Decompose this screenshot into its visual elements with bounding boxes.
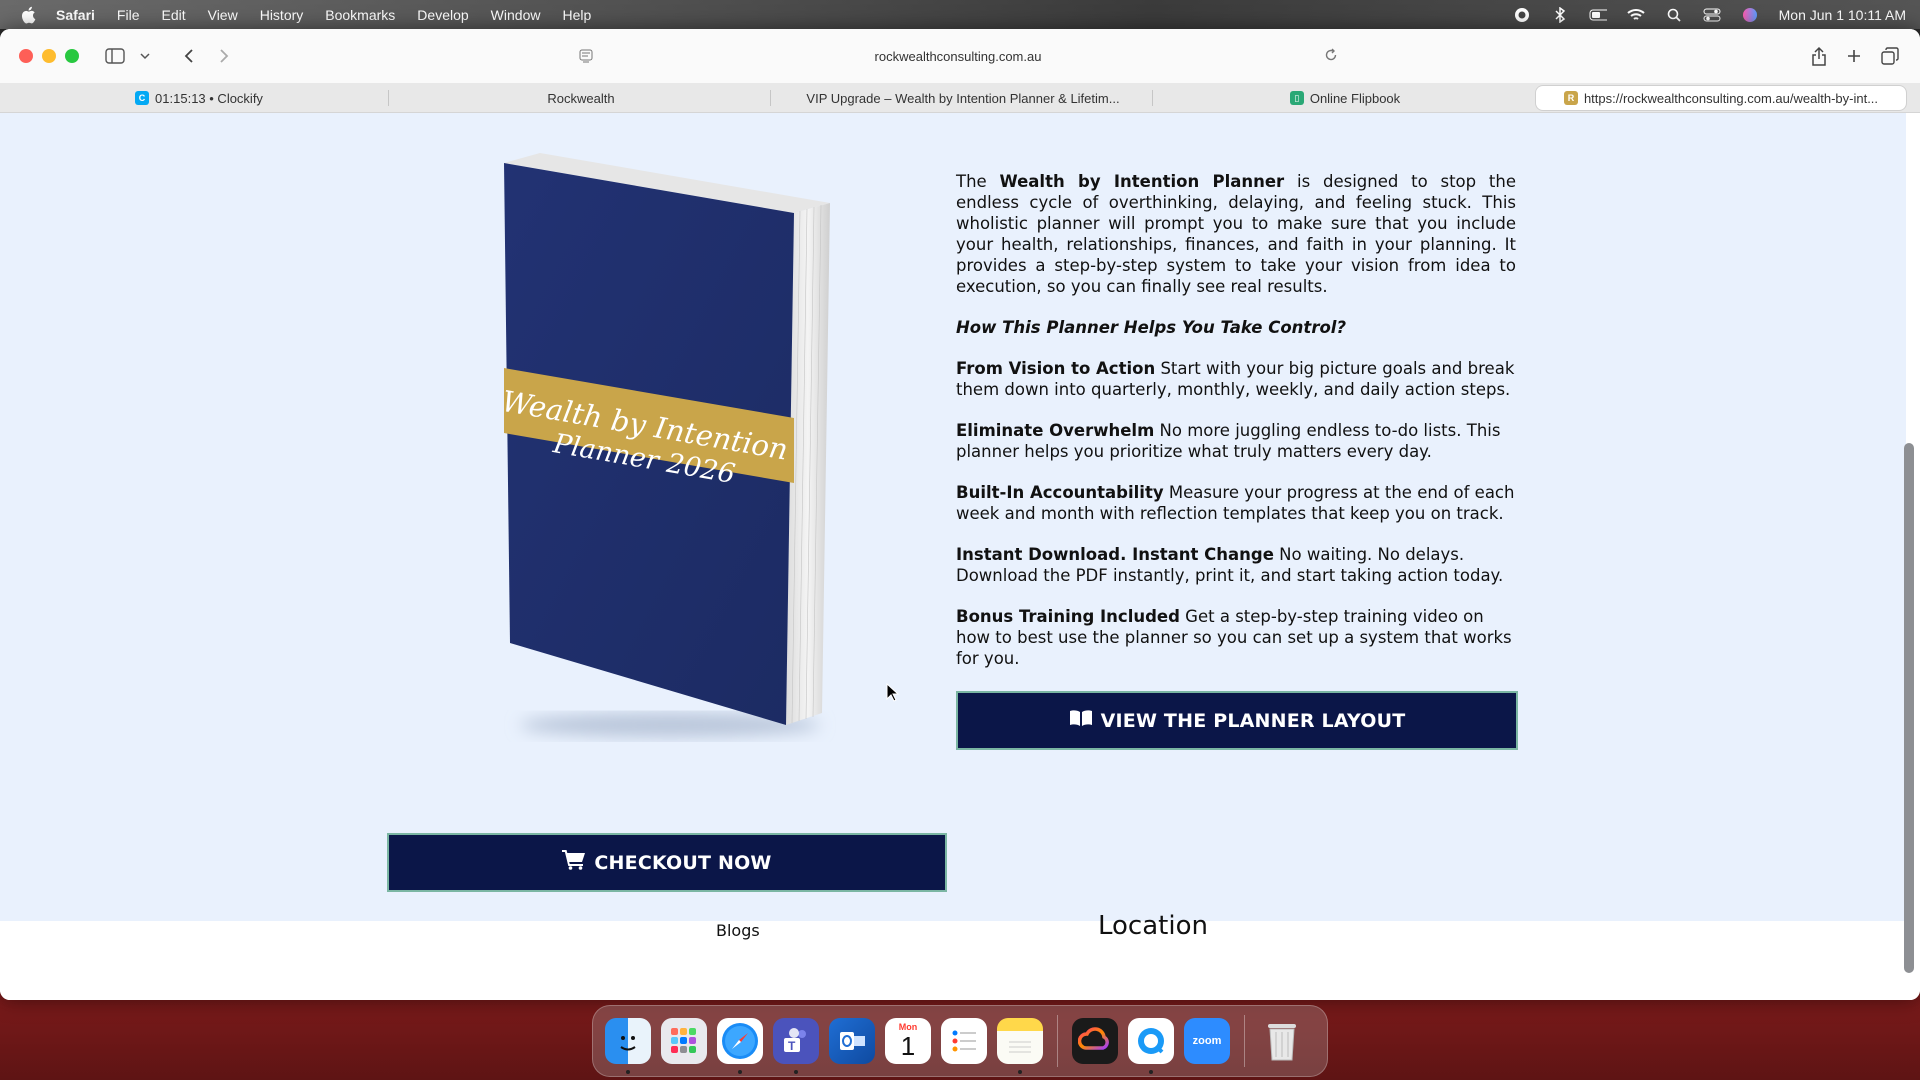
tab-online-flipbook[interactable]: ▯ Online Flipbook [1156,86,1534,110]
checkout-now-label: CHECKOUT NOW [594,851,772,874]
feature-title: Built-In Accountability [956,483,1164,502]
product-description: The Wealth by Intention Planner is desig… [956,171,1516,689]
tab-label: Online Flipbook [1309,90,1401,106]
siri-icon[interactable] [1741,6,1759,24]
outlook-icon[interactable] [829,1018,875,1064]
feature-title: Eliminate Overwhelm [956,421,1155,440]
feature-item: Eliminate Overwhelm No more juggling end… [956,420,1516,462]
menu-window[interactable]: Window [491,7,541,23]
feature-title: Bonus Training Included [956,607,1180,626]
calendar-icon[interactable]: Mon 1 [885,1018,931,1064]
finder-icon[interactable] [605,1018,651,1074]
screen-record-icon[interactable] [1513,6,1531,24]
menu-app-name[interactable]: Safari [56,7,95,23]
safari-icon[interactable] [717,1018,763,1074]
sidebar-toggle-icon[interactable] [104,45,126,67]
zoom-icon[interactable]: zoom [1184,1018,1230,1064]
menu-edit[interactable]: Edit [161,7,185,23]
menu-clock[interactable]: Mon Jun 1 10:11 AM [1779,7,1906,23]
forward-button[interactable] [213,45,235,67]
view-planner-layout-label: VIEW THE PLANNER LAYOUT [1100,709,1406,732]
quickshare-icon[interactable] [1128,1018,1174,1074]
teams-icon[interactable]: T [773,1018,819,1074]
creative-cloud-icon[interactable] [1072,1018,1118,1064]
feature-title: Instant Download. Instant Change [956,545,1274,564]
footer-location-heading: Location [1098,911,1208,941]
battery-icon[interactable] [1589,6,1607,24]
spotlight-icon[interactable] [1665,6,1683,24]
intro-pre: The [956,172,1000,191]
menu-help[interactable]: Help [562,7,591,23]
wifi-icon[interactable] [1626,6,1645,24]
browser-toolbar: rockwealthconsulting.com.au [0,29,1920,83]
feature-item: Built-In Accountability Measure your pro… [956,482,1516,524]
tab-wealth-by-intention-active[interactable]: R https://rockwealthconsulting.com.au/we… [1536,86,1906,110]
safari-window: rockwealthconsulting.com.au C 01:15:13 •… [0,29,1920,1000]
rockwealth-icon: R [1563,91,1578,105]
back-button[interactable] [178,45,200,67]
view-planner-layout-button[interactable]: VIEW THE PLANNER LAYOUT [956,691,1518,750]
reminders-icon[interactable] [941,1018,987,1064]
tab-vip-upgrade[interactable]: VIP Upgrade – Wealth by Intention Planne… [774,86,1152,110]
new-tab-icon[interactable] [1843,45,1865,67]
section-subheading: How This Planner Helps You Take Control? [956,318,1347,337]
checkout-now-button[interactable]: CHECKOUT NOW [387,833,947,892]
feature-item: Instant Download. Instant Change No wait… [956,544,1516,586]
close-window-button[interactable] [19,49,33,63]
feature-item: From Vision to Action Start with your bi… [956,358,1516,400]
url-text[interactable]: rockwealthconsulting.com.au [875,49,1042,64]
menu-history[interactable]: History [260,7,304,23]
launchpad-icon[interactable] [661,1018,707,1064]
page-scrollbar[interactable] [1904,213,1914,983]
menu-bar: Safari File Edit View History Bookmarks … [0,0,1920,29]
zoom-label: zoom [1192,1035,1222,1047]
tab-clockify[interactable]: C 01:15:13 • Clockify [10,86,388,110]
planner-book-image: Wealth by Intention Planner 2026 [499,153,840,743]
menu-file[interactable]: File [117,7,140,23]
tab-label: VIP Upgrade – Wealth by Intention Planne… [806,90,1120,106]
tab-label: https://rockwealthconsulting.com.au/weal… [1583,90,1879,106]
chevron-down-icon[interactable] [134,45,156,67]
dock-separator [1244,1015,1245,1067]
intro-product-name: Wealth by Intention Planner [999,172,1285,191]
product-section: Wealth by Intention Planner 2026 The Wea… [0,113,1906,921]
tab-rockwealth[interactable]: Rockwealth [392,86,770,110]
clockify-icon: C [135,91,150,105]
tab-bar: C 01:15:13 • Clockify Rockwealth VIP Upg… [0,83,1920,113]
footer-blogs-link[interactable]: Blogs [716,921,760,940]
flipbook-icon: ▯ [1289,91,1304,105]
feature-title: From Vision to Action [956,359,1156,378]
zoom-window-button[interactable] [65,49,79,63]
tab-label: Rockwealth [547,90,615,106]
book-open-icon [1069,709,1093,732]
menu-bookmarks[interactable]: Bookmarks [325,7,395,23]
menu-view[interactable]: View [208,7,238,23]
web-page: Wealth by Intention Planner 2026 The Wea… [0,113,1920,1000]
scrollbar-thumb[interactable] [1904,443,1914,973]
mouse-cursor-icon [886,682,900,708]
address-bar[interactable]: rockwealthconsulting.com.au [568,40,1348,72]
menu-develop[interactable]: Develop [417,7,468,23]
share-icon[interactable] [1808,45,1830,67]
dock-separator [1057,1015,1058,1067]
feature-item: Bonus Training Included Get a step-by-st… [956,606,1516,669]
reload-icon[interactable] [1324,48,1338,65]
control-center-icon[interactable] [1703,6,1721,24]
calendar-day: 1 [900,1031,916,1061]
dock: T Mon 1 zoom [592,1005,1328,1077]
page-menu-icon[interactable] [578,48,594,67]
svg-text:T: T [788,1039,796,1053]
tab-label: 01:15:13 • Clockify [155,90,263,106]
shopping-cart-icon [562,850,586,875]
minimize-window-button[interactable] [42,49,56,63]
intro-paragraph: The Wealth by Intention Planner is desig… [956,171,1516,297]
tab-overview-icon[interactable] [1879,45,1901,67]
bluetooth-icon[interactable] [1551,6,1569,24]
notes-icon[interactable] [997,1018,1043,1074]
trash-icon[interactable] [1259,1018,1305,1064]
apple-icon[interactable] [19,6,37,24]
window-controls [19,49,79,63]
